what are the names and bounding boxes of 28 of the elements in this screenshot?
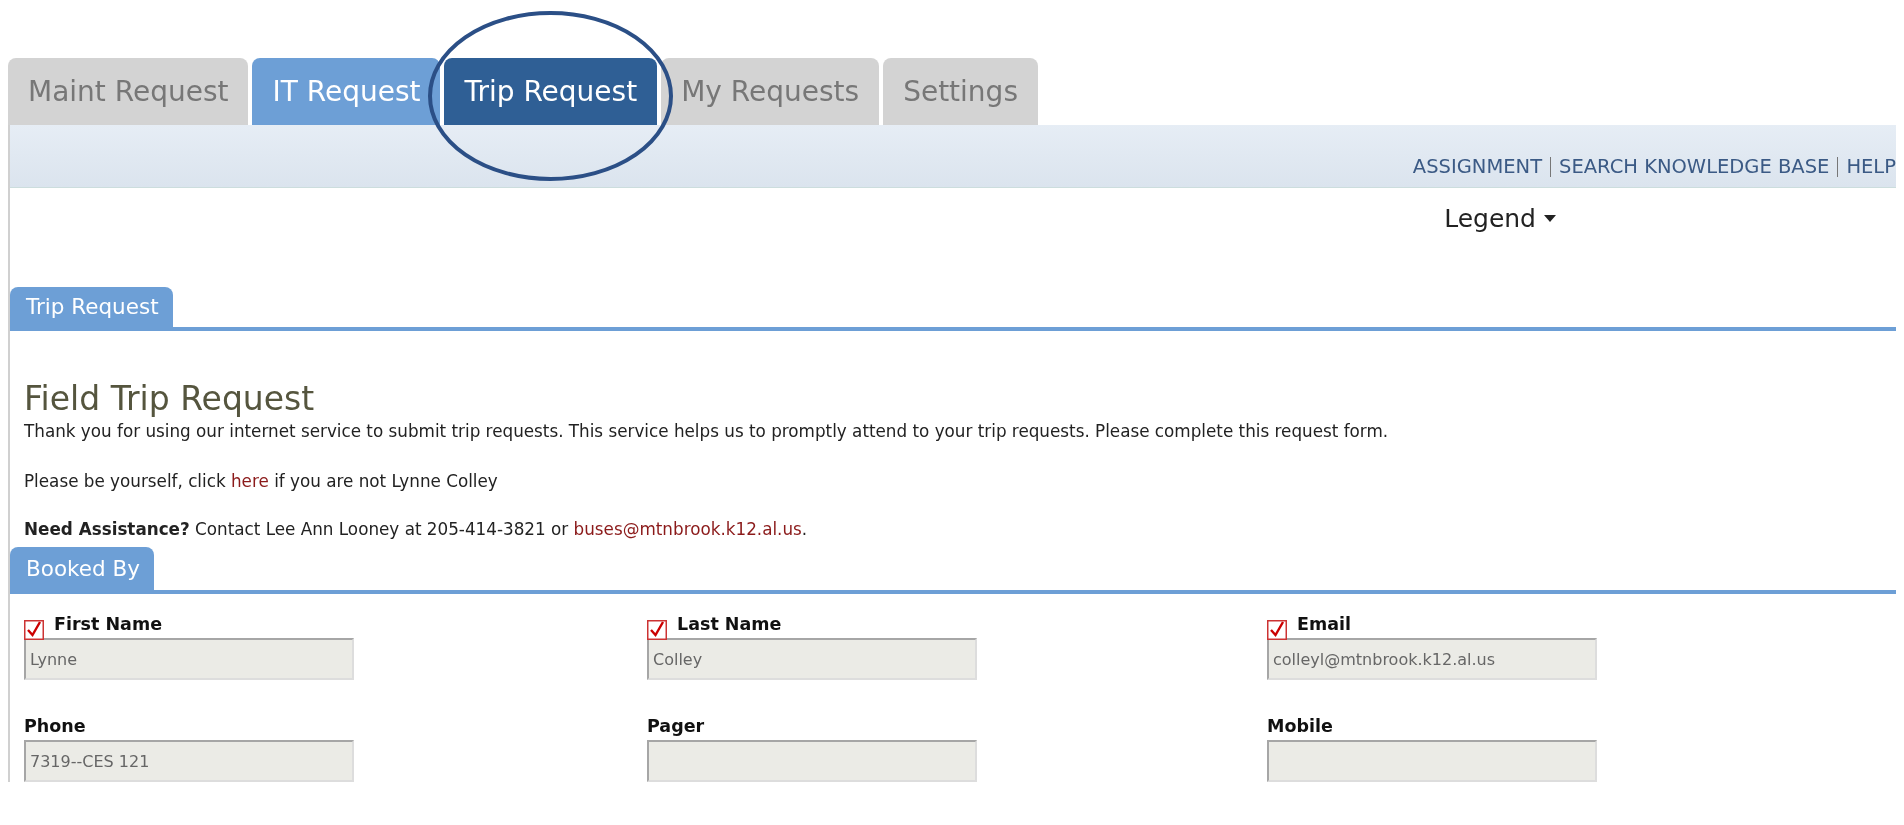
assistance-text: Need Assistance? Contact Lee Ann Looney at 205-414-3821 or buses@mtnbrook.k12.al.us. — [24, 518, 809, 541]
legend-dropdown[interactable]: Legend — [1444, 204, 1556, 233]
here-link[interactable]: here — [231, 471, 269, 491]
identity-text: Please be yourself, click here if you are not Lynne Colley — [24, 470, 499, 493]
toolbar-link[interactable]: ASSIGNMENT — [1404, 157, 1551, 177]
field-label: Last Name — [677, 614, 782, 634]
field-label: Phone — [24, 716, 86, 736]
nav-tab[interactable]: My Requests — [661, 58, 880, 125]
field-label: First Name — [54, 614, 163, 634]
email-link[interactable]: buses@mtnbrook.k12.al.us — [573, 519, 802, 539]
toolbar-link[interactable]: SEARCH KNOWLEDGE BASE — [1550, 157, 1838, 177]
text-field[interactable] — [647, 740, 977, 782]
nav-tab[interactable]: Trip Request — [444, 58, 658, 125]
field-label: Pager — [647, 716, 705, 736]
text-field[interactable]: 7319--CES 121 — [24, 740, 354, 782]
text-field[interactable] — [1267, 740, 1597, 782]
field-label: Mobile — [1267, 716, 1333, 736]
nav-tab[interactable]: Settings — [883, 58, 1038, 125]
text-field[interactable]: Lynne — [24, 638, 354, 680]
page-heading: Field Trip Request — [24, 379, 316, 419]
text-field[interactable]: colleyl@mtnbrook.k12.al.us — [1267, 638, 1597, 680]
caret-icon — [1544, 214, 1556, 223]
field-label: Email — [1297, 614, 1351, 634]
nav-tab[interactable]: IT Request — [252, 58, 441, 125]
intro-text: Thank you for using our internet service to submit trip requests. This service helps us to promptly attend to your trip requests. Please complete this request form. — [24, 420, 1390, 443]
toolbar-link[interactable]: HELP — [1837, 157, 1896, 177]
nav-tab[interactable]: Maint Request — [8, 58, 249, 125]
text-field[interactable]: Colley — [647, 638, 977, 680]
